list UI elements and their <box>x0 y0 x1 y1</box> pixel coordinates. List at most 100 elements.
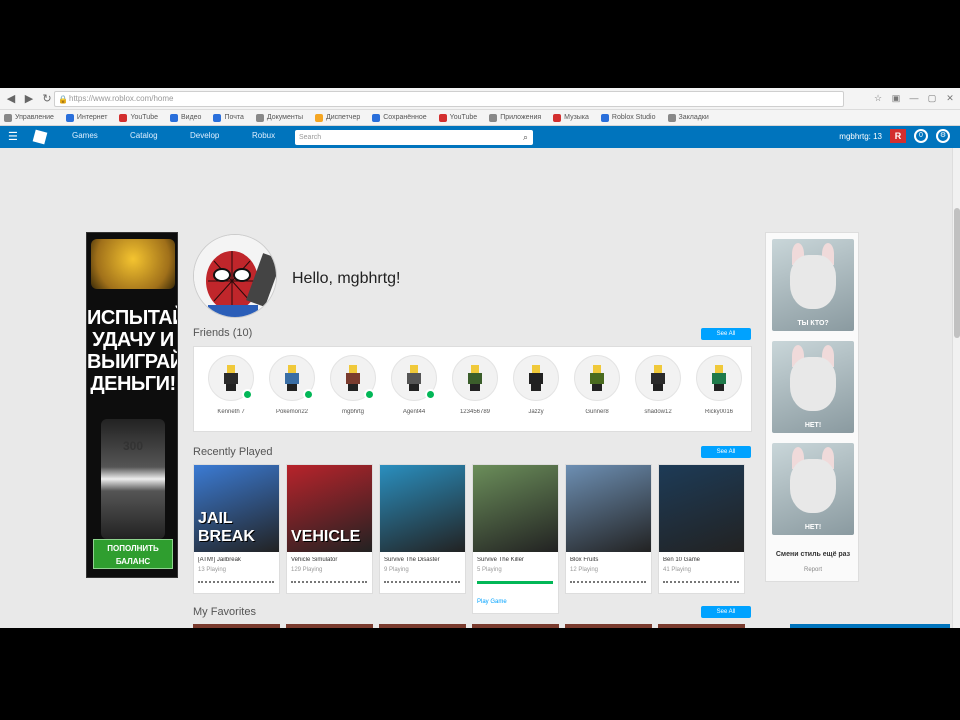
friend-item[interactable]: 123456789 <box>446 355 502 429</box>
bookmark-item[interactable]: YouTube <box>438 113 477 122</box>
robux-icon[interactable]: R <box>890 129 906 143</box>
friend-item[interactable]: Kenneth 7 <box>202 355 258 429</box>
recently-played-see-all-button[interactable]: See All <box>701 446 751 458</box>
ad-cta-button[interactable]: ПОПОЛНИТЬ БАЛАНС <box>93 539 173 569</box>
bookmark-item[interactable]: Видео <box>169 113 201 122</box>
bookmark-favicon-icon <box>372 113 381 122</box>
username-label[interactable]: mgbhrtg: 13 <box>839 132 882 141</box>
url-field[interactable]: 🔒 https://www.roblox.com/home <box>54 91 844 107</box>
avatar-head <box>349 365 357 373</box>
url-text: https://www.roblox.com/home <box>69 94 174 103</box>
bookmark-item[interactable]: Почта <box>213 113 244 122</box>
game-title: Ben 10 Game <box>663 557 701 563</box>
game-thumbnail[interactable] <box>659 465 744 552</box>
menu-icon[interactable]: ☰ <box>8 131 20 143</box>
friend-item[interactable]: mgbhrtg <box>324 355 380 429</box>
bookmark-label: Roblox Studio <box>611 114 656 121</box>
bookmark-item[interactable]: Приложения <box>489 113 541 122</box>
game-player-count: 13 Playing <box>198 567 227 573</box>
friend-item[interactable]: Agent44 <box>385 355 441 429</box>
bookmark-star-icon[interactable]: ☆ <box>872 91 884 105</box>
left-advertisement[interactable]: ИСПЫТАЙ УДАЧУ И ВЫИГРАЙ ДЕНЬГИ! 300 ПОПО… <box>86 232 178 578</box>
friend-name: mgbhrtg <box>341 409 364 415</box>
friend-item[interactable]: Gunner8 <box>568 355 624 429</box>
play-game-link[interactable]: Play Game <box>477 599 507 605</box>
game-card[interactable]: Survive The Killer 5 Playing Play Game <box>472 464 559 614</box>
friend-name: Kenneth 7 <box>217 409 245 415</box>
game-title: Vehicle Simulator <box>291 557 338 563</box>
favorites-see-all-button[interactable]: See All <box>701 606 751 618</box>
game-player-count: 41 Playing <box>663 567 692 573</box>
friend-item[interactable]: Ricky0016 <box>690 355 746 429</box>
bookmark-item[interactable]: Управление <box>4 113 54 122</box>
bookmark-label: Почта <box>224 114 244 121</box>
friends-see-all-button[interactable]: See All <box>701 328 751 340</box>
avatar-legs <box>531 384 541 391</box>
bookmark-item[interactable]: Диспетчер <box>314 113 361 122</box>
bookmark-item[interactable]: Интернет <box>65 113 107 122</box>
game-card[interactable]: Survive The Disaster 9 Playing <box>379 464 466 594</box>
friend-item[interactable]: Jazzy <box>507 355 563 429</box>
search-input[interactable]: Search ⌕ <box>295 130 533 145</box>
game-thumbnail[interactable]: VEHICLE <box>287 465 372 552</box>
bookmark-favicon-icon <box>169 113 178 122</box>
game-thumbnail[interactable] <box>473 465 558 552</box>
game-thumbnail[interactable] <box>566 465 651 552</box>
bookmark-item[interactable]: Закладки <box>667 113 709 122</box>
bookmark-item[interactable]: YouTube <box>119 113 158 122</box>
game-card[interactable]: Ben 10 Game 41 Playing <box>658 464 745 594</box>
bookmark-item[interactable]: Сохранённое <box>372 113 427 122</box>
bookmark-label: Диспетчер <box>325 114 361 121</box>
friends-list: Kenneth 7 Pokemon22 mgbhrtg Agent44 12345678… <box>193 346 752 432</box>
avatar[interactable] <box>193 234 277 318</box>
game-card[interactable]: VEHICLE Vehicle Simulator 129 Playing <box>286 464 373 594</box>
cartoon-face-image <box>790 357 836 411</box>
nav-develop[interactable]: Develop <box>190 131 219 140</box>
nav-catalog[interactable]: Catalog <box>130 131 158 140</box>
game-thumbnail-text: JAIL BREAK <box>198 510 255 545</box>
back-icon[interactable]: ◀ <box>4 92 18 106</box>
page-scrollbar[interactable] <box>952 148 960 628</box>
greeting-title: Hello, mgbhrtg! <box>292 270 401 287</box>
friend-avatar-figure <box>346 365 360 391</box>
friend-name: Pokemon22 <box>275 409 309 415</box>
game-thumbnail[interactable]: JAIL BREAK <box>194 465 279 552</box>
game-player-count: 12 Playing <box>570 567 599 573</box>
friend-item[interactable]: shadow12 <box>629 355 685 429</box>
settings-gear-icon[interactable]: ⚙ <box>936 129 950 143</box>
notifications-icon[interactable]: 0 <box>914 129 928 143</box>
bookmark-item[interactable]: Roblox Studio <box>600 113 656 122</box>
reload-icon[interactable]: ↻ <box>40 92 54 106</box>
scrollbar-thumb[interactable] <box>954 208 960 338</box>
bookmark-favicon-icon <box>65 113 74 122</box>
right-advertisement[interactable]: Смени стиль ещё раз Report ТЫ КТО? НЕТ! НЕ… <box>765 232 859 582</box>
nav-games[interactable]: Games <box>72 131 98 140</box>
bookmark-favicon-icon <box>255 113 264 122</box>
favorites-title[interactable]: My Favorites <box>193 606 256 618</box>
friends-title[interactable]: Friends (10) <box>193 327 252 339</box>
avatar-head <box>593 365 601 373</box>
recently-played-title[interactable]: Recently Played <box>193 446 273 458</box>
friend-name: Jazzy <box>528 409 544 415</box>
roblox-logo-icon[interactable] <box>32 129 48 145</box>
right-ad-panel: НЕТ! <box>772 443 854 535</box>
report-link[interactable]: Report <box>766 567 860 573</box>
friend-item[interactable]: Pokemon22 <box>263 355 319 429</box>
game-card[interactable]: Blox Fruits 12 Playing <box>565 464 652 594</box>
bookmark-item[interactable]: Музыка <box>553 113 589 122</box>
game-card[interactable]: JAIL BREAK [ATM!] Jailbreak 13 Playing <box>193 464 280 594</box>
avatar-legs <box>714 384 724 391</box>
game-thumbnail[interactable] <box>380 465 465 552</box>
minimize-icon[interactable]: — <box>908 91 920 105</box>
search-icon[interactable]: ⌕ <box>523 130 528 145</box>
friend-name: Agent44 <box>402 409 426 415</box>
extension-icon[interactable]: ▣ <box>890 91 902 105</box>
close-icon[interactable]: ✕ <box>944 91 956 105</box>
nav-robux[interactable]: Robux <box>252 131 275 140</box>
lock-icon: 🔒 <box>58 95 68 104</box>
avatar-torso <box>407 373 421 384</box>
forward-icon[interactable]: ▶ <box>22 92 36 106</box>
search-placeholder: Search <box>299 134 322 141</box>
maximize-icon[interactable]: ▢ <box>926 91 938 105</box>
bookmark-item[interactable]: Документы <box>255 113 303 122</box>
